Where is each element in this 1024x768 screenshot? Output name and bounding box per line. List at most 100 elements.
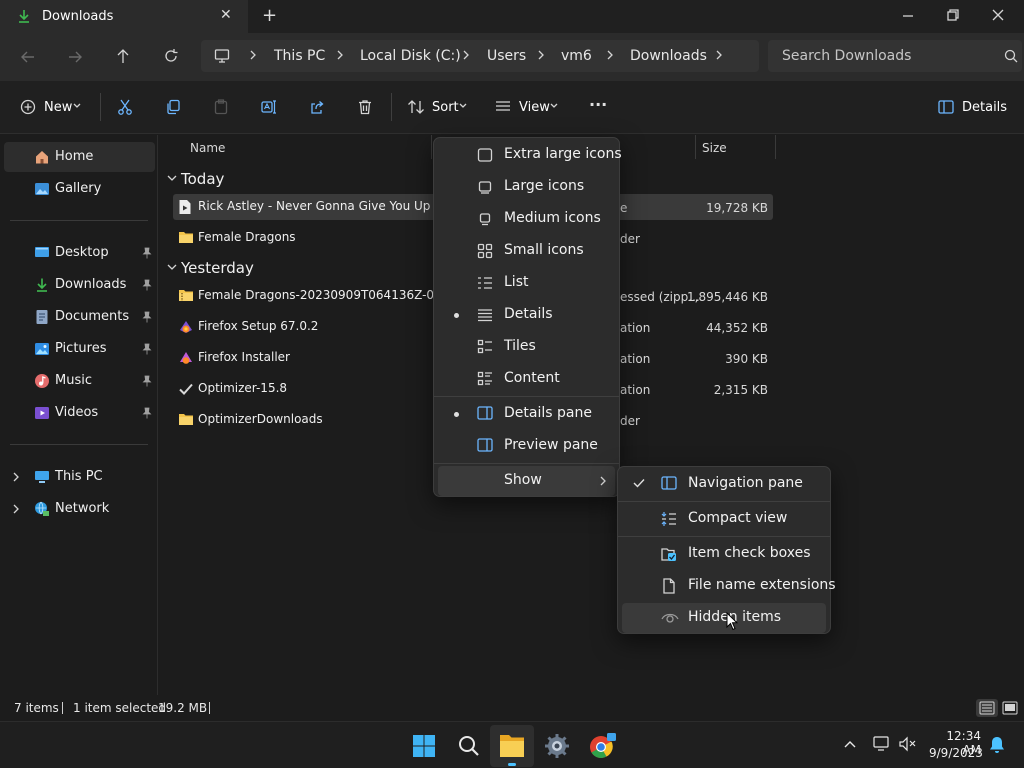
chevron-right-icon[interactable] (12, 503, 20, 515)
menu-item-hidden-items[interactable]: Hidden items (622, 603, 826, 633)
firefox-installer-icon (178, 350, 194, 366)
pin-icon[interactable] (142, 343, 152, 355)
view-menu: Extra large icons Large icons Medium ico… (433, 137, 622, 497)
back-arrow-icon[interactable] (20, 49, 36, 65)
notification-bell-icon[interactable] (989, 736, 1005, 754)
sidebar-item-music[interactable]: Music (4, 366, 155, 396)
sidebar-item-network[interactable]: Network (4, 494, 155, 524)
chevron-up-icon[interactable] (844, 739, 856, 749)
column-divider[interactable] (431, 135, 432, 159)
status-bar: 7 items 1 item selected 19.2 MB (0, 695, 1024, 721)
breadcrumb-this-pc[interactable]: This PC (274, 48, 325, 64)
chevron-down-icon[interactable] (167, 263, 177, 271)
sidebar-item-desktop[interactable]: Desktop (4, 238, 155, 268)
chevron-down-icon[interactable] (167, 174, 177, 182)
search-icon[interactable] (1004, 49, 1018, 63)
folder-icon (178, 230, 194, 244)
menu-item-item-check-boxes[interactable]: Item check boxes (622, 539, 826, 569)
address-bar[interactable]: This PC Local Disk (C:) Users vm6 Downlo… (201, 40, 759, 72)
pin-icon[interactable] (142, 279, 152, 291)
chevron-right-icon[interactable] (536, 49, 546, 61)
restore-button[interactable] (947, 9, 959, 21)
windows-start-icon[interactable] (412, 734, 436, 758)
network-status-icon[interactable] (873, 736, 891, 752)
forward-arrow-icon[interactable] (67, 49, 83, 65)
menu-item-small-icons[interactable]: Small icons (438, 236, 615, 266)
pin-icon[interactable] (142, 311, 152, 323)
chrome-icon[interactable] (588, 732, 616, 760)
pin-icon[interactable] (142, 247, 152, 259)
file-explorer-taskbar-button[interactable] (490, 725, 534, 767)
more-options-button[interactable]: ··· (589, 95, 607, 114)
chevron-right-icon[interactable] (12, 471, 20, 483)
menu-item-show[interactable]: Show (438, 466, 615, 496)
details-pane-button[interactable]: Details (930, 91, 1010, 123)
menu-item-preview-pane[interactable]: Preview pane (438, 431, 615, 461)
pin-icon[interactable] (142, 407, 152, 419)
menu-item-file-name-extensions[interactable]: File name extensions (622, 571, 836, 601)
column-header-name[interactable]: Name (190, 141, 225, 155)
breadcrumb-vm6[interactable]: vm6 (561, 48, 592, 64)
navigation-pane-icon (661, 476, 677, 490)
sort-button[interactable]: Sort (400, 91, 478, 123)
chevron-right-icon[interactable] (335, 49, 345, 61)
search-input[interactable] (768, 40, 998, 72)
chevron-right-icon[interactable] (248, 49, 258, 61)
tab-downloads[interactable]: Downloads ✕ (0, 0, 248, 33)
column-divider[interactable] (695, 135, 696, 159)
clock-date[interactable]: 9/9/2023 (929, 746, 983, 760)
refresh-icon[interactable] (163, 48, 179, 64)
selected-dot-icon (454, 313, 459, 318)
group-header-today[interactable]: Today (181, 170, 224, 188)
volume-muted-icon[interactable] (899, 736, 917, 752)
sidebar-item-home[interactable]: Home (4, 142, 155, 172)
chevron-right-icon[interactable] (605, 49, 615, 61)
new-button[interactable]: New (12, 91, 88, 123)
sidebar-item-videos[interactable]: Videos (4, 398, 155, 428)
network-icon (34, 501, 50, 517)
settings-gear-icon[interactable] (544, 733, 570, 759)
chevron-right-icon[interactable] (461, 49, 471, 61)
breadcrumb-downloads[interactable]: Downloads (630, 48, 707, 64)
menu-item-navigation-pane[interactable]: Navigation pane (622, 469, 826, 499)
divider (391, 93, 392, 121)
tab-title: Downloads (42, 9, 114, 24)
details-layout-button[interactable] (976, 699, 998, 717)
delete-icon[interactable] (357, 99, 373, 115)
sidebar-item-this-pc[interactable]: This PC (4, 462, 155, 492)
close-tab-button[interactable]: ✕ (220, 7, 232, 23)
menu-item-list[interactable]: List (438, 268, 615, 298)
sidebar-item-downloads[interactable]: Downloads (4, 270, 155, 300)
menu-item-medium-icons[interactable]: Medium icons (438, 204, 615, 234)
search-icon[interactable] (457, 734, 481, 758)
pin-icon[interactable] (142, 375, 152, 387)
minimize-button[interactable] (902, 10, 914, 22)
menu-item-large-icons[interactable]: Large icons (438, 172, 615, 202)
column-header-size[interactable]: Size (702, 141, 727, 155)
group-header-yesterday[interactable]: Yesterday (181, 259, 254, 277)
menu-item-tiles[interactable]: Tiles (438, 332, 615, 362)
breadcrumb-local-disk[interactable]: Local Disk (C:) (360, 48, 461, 64)
menu-item-compact-view[interactable]: Compact view (622, 504, 826, 534)
menu-item-extra-large-icons[interactable]: Extra large icons (438, 140, 622, 170)
menu-item-details-pane[interactable]: Details pane (438, 399, 615, 429)
menu-item-content[interactable]: Content (438, 364, 615, 394)
large-icons-layout-button[interactable] (1000, 699, 1020, 717)
menu-item-details[interactable]: Details (438, 300, 615, 330)
paste-icon[interactable] (213, 99, 229, 115)
rename-icon[interactable] (261, 99, 277, 115)
chevron-right-icon[interactable] (714, 49, 724, 61)
sidebar-item-documents[interactable]: Documents (4, 302, 155, 332)
sidebar-item-gallery[interactable]: Gallery (4, 174, 155, 204)
details-pane-icon (477, 406, 493, 420)
up-arrow-icon[interactable] (115, 48, 131, 64)
cut-icon[interactable] (117, 99, 133, 115)
sidebar-item-pictures[interactable]: Pictures (4, 334, 155, 364)
new-tab-button[interactable]: + (262, 5, 277, 26)
copy-icon[interactable] (165, 99, 181, 115)
breadcrumb-users[interactable]: Users (487, 48, 526, 64)
share-icon[interactable] (309, 99, 325, 115)
close-window-button[interactable] (992, 9, 1004, 21)
view-button[interactable]: View (488, 91, 568, 123)
column-divider[interactable] (775, 135, 776, 159)
